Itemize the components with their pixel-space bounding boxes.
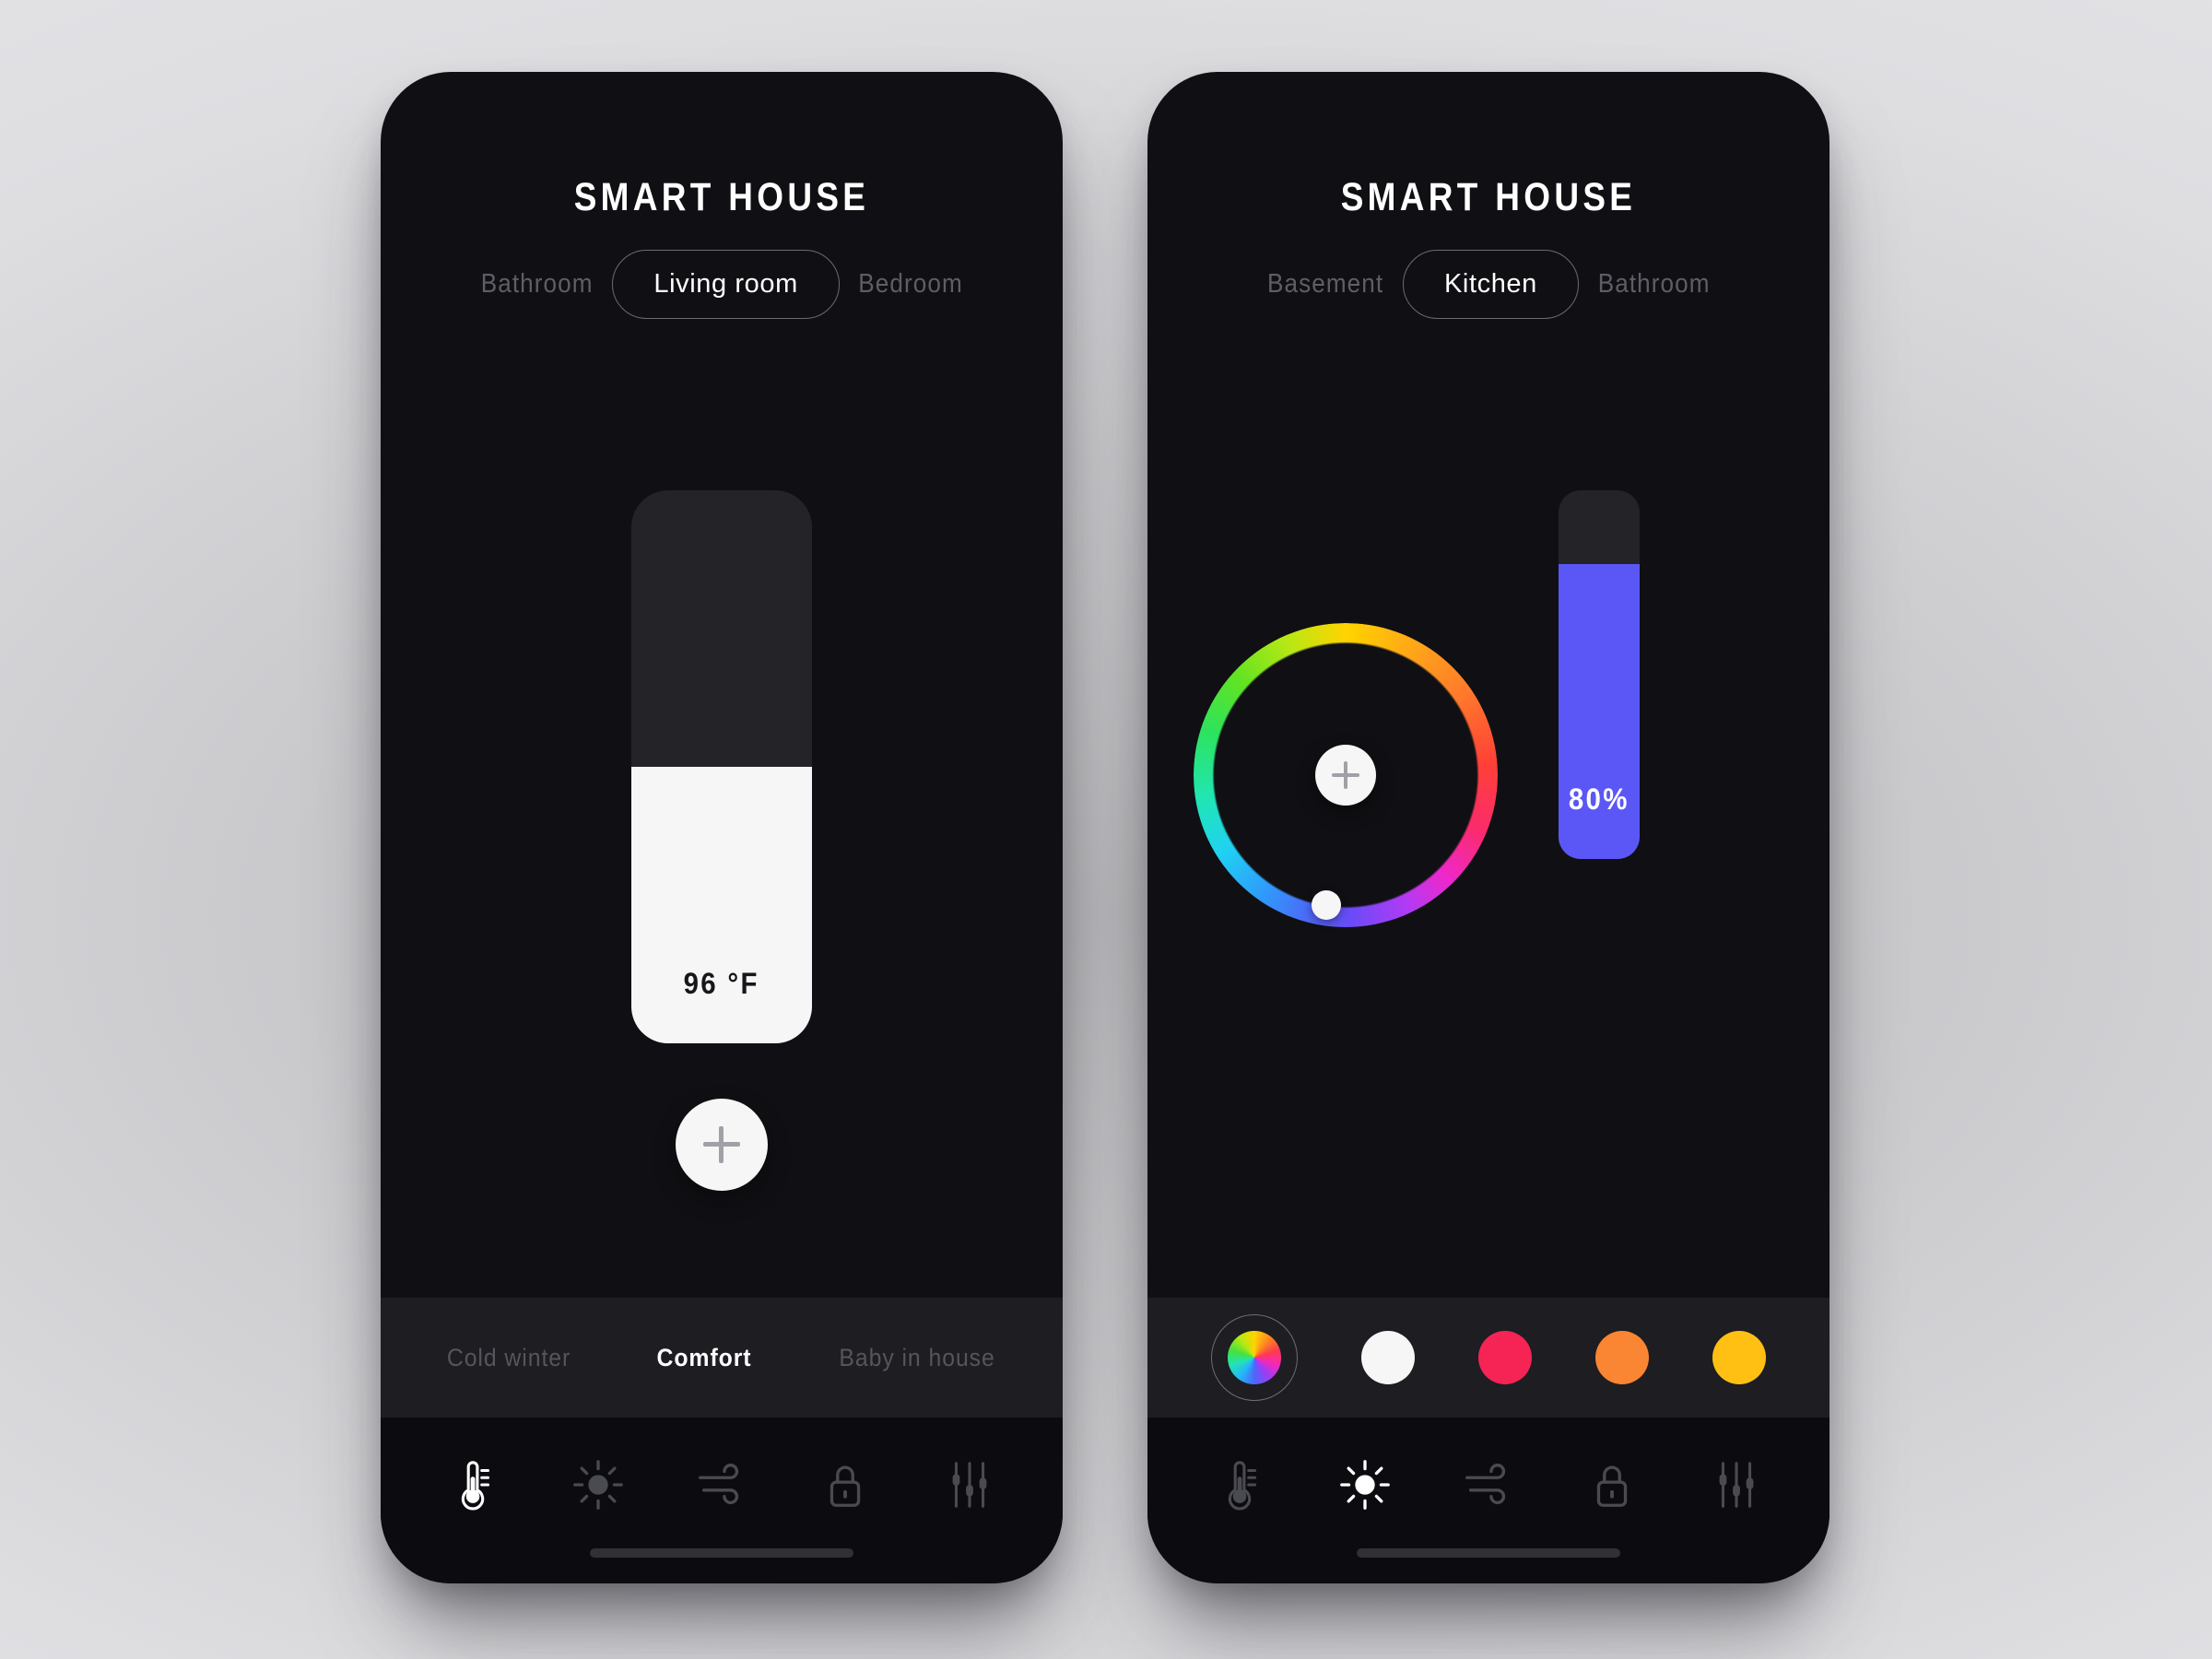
- preset-bar: Cold winter Comfort Baby in house: [381, 1298, 1063, 1418]
- phone-lighting: SMART HOUSE Basement Kitchen Bathroom 80…: [1147, 72, 1830, 1583]
- lock-icon: [1597, 1465, 1628, 1507]
- room-tab-bar: Bathroom Living room Bedroom: [381, 250, 1063, 319]
- room-tab-bathroom[interactable]: Bathroom: [481, 269, 594, 300]
- add-device-button[interactable]: [676, 1099, 768, 1191]
- preset-baby-in-house[interactable]: Baby in house: [840, 1344, 995, 1372]
- color-swatch-bar: [1147, 1298, 1830, 1418]
- nav-item-air[interactable]: [1454, 1451, 1523, 1519]
- nav-item-light[interactable]: [1331, 1451, 1399, 1519]
- sliders-icon: [952, 1462, 987, 1508]
- color-wheel[interactable]: [1194, 623, 1498, 927]
- brightness-value: 80%: [1569, 782, 1630, 816]
- room-tab-living-room[interactable]: Living room: [612, 250, 840, 319]
- screenshot-canvas: SMART HOUSE Bathroom Living room Bedroom…: [0, 0, 2212, 1659]
- nav-item-lock[interactable]: [811, 1451, 879, 1519]
- brightness-slider[interactable]: 80%: [1559, 490, 1640, 859]
- home-indicator: [590, 1548, 853, 1558]
- temperature-slider[interactable]: 96 °F: [631, 490, 812, 1043]
- home-indicator: [1357, 1548, 1620, 1558]
- bottom-nav: [381, 1418, 1063, 1583]
- swatch-amber[interactable]: [1712, 1331, 1767, 1384]
- nav-item-settings[interactable]: [935, 1451, 1004, 1519]
- sun-icon: [1339, 1460, 1390, 1510]
- swatch-crimson[interactable]: [1477, 1331, 1532, 1384]
- nav-item-light[interactable]: [564, 1451, 632, 1519]
- wind-icon: [1465, 1464, 1506, 1505]
- plus-icon: [703, 1126, 740, 1163]
- nav-item-climate[interactable]: [440, 1451, 508, 1519]
- lighting-screen: SMART HOUSE Basement Kitchen Bathroom 80…: [1147, 72, 1830, 1583]
- room-tab-kitchen[interactable]: Kitchen: [1402, 250, 1579, 319]
- thermometer-icon: [462, 1461, 490, 1511]
- bottom-nav: [1147, 1418, 1830, 1583]
- page-title: SMART HOUSE: [573, 175, 870, 219]
- wind-icon: [699, 1464, 739, 1505]
- nav-item-climate[interactable]: [1206, 1451, 1275, 1519]
- thermostat-body: 96 °F: [381, 319, 1063, 1298]
- nav-item-settings[interactable]: [1702, 1451, 1771, 1519]
- add-color-button[interactable]: [1315, 745, 1376, 806]
- plus-icon: [1332, 761, 1359, 789]
- room-tab-bedroom[interactable]: Bedroom: [858, 269, 962, 300]
- sliders-icon: [1719, 1462, 1754, 1508]
- lock-icon: [830, 1465, 861, 1507]
- phone-thermostat: SMART HOUSE Bathroom Living room Bedroom…: [381, 72, 1063, 1583]
- color-wheel-handle[interactable]: [1312, 890, 1341, 920]
- temperature-value: 96 °F: [683, 967, 760, 1000]
- swatch-rainbow-selected[interactable]: [1210, 1314, 1298, 1401]
- thermometer-icon: [1229, 1461, 1257, 1511]
- swatch-white[interactable]: [1360, 1331, 1415, 1384]
- room-tab-bar: Basement Kitchen Bathroom: [1147, 250, 1830, 319]
- page-title: SMART HOUSE: [1340, 175, 1637, 219]
- swatch-orange[interactable]: [1595, 1331, 1650, 1384]
- preset-comfort[interactable]: Comfort: [656, 1344, 751, 1372]
- nav-item-air[interactable]: [688, 1451, 756, 1519]
- swatch-rainbow[interactable]: [1227, 1331, 1281, 1384]
- nav-item-lock[interactable]: [1578, 1451, 1646, 1519]
- preset-cold-winter[interactable]: Cold winter: [446, 1344, 570, 1372]
- room-tab-bathroom[interactable]: Bathroom: [1598, 269, 1711, 300]
- brightness-slider-fill: 80%: [1559, 564, 1640, 859]
- temperature-slider-fill: 96 °F: [631, 767, 812, 1043]
- room-tab-basement[interactable]: Basement: [1267, 269, 1383, 300]
- thermostat-screen: SMART HOUSE Bathroom Living room Bedroom…: [381, 72, 1063, 1583]
- lighting-body: 80%: [1147, 319, 1830, 1298]
- sun-icon: [572, 1460, 623, 1510]
